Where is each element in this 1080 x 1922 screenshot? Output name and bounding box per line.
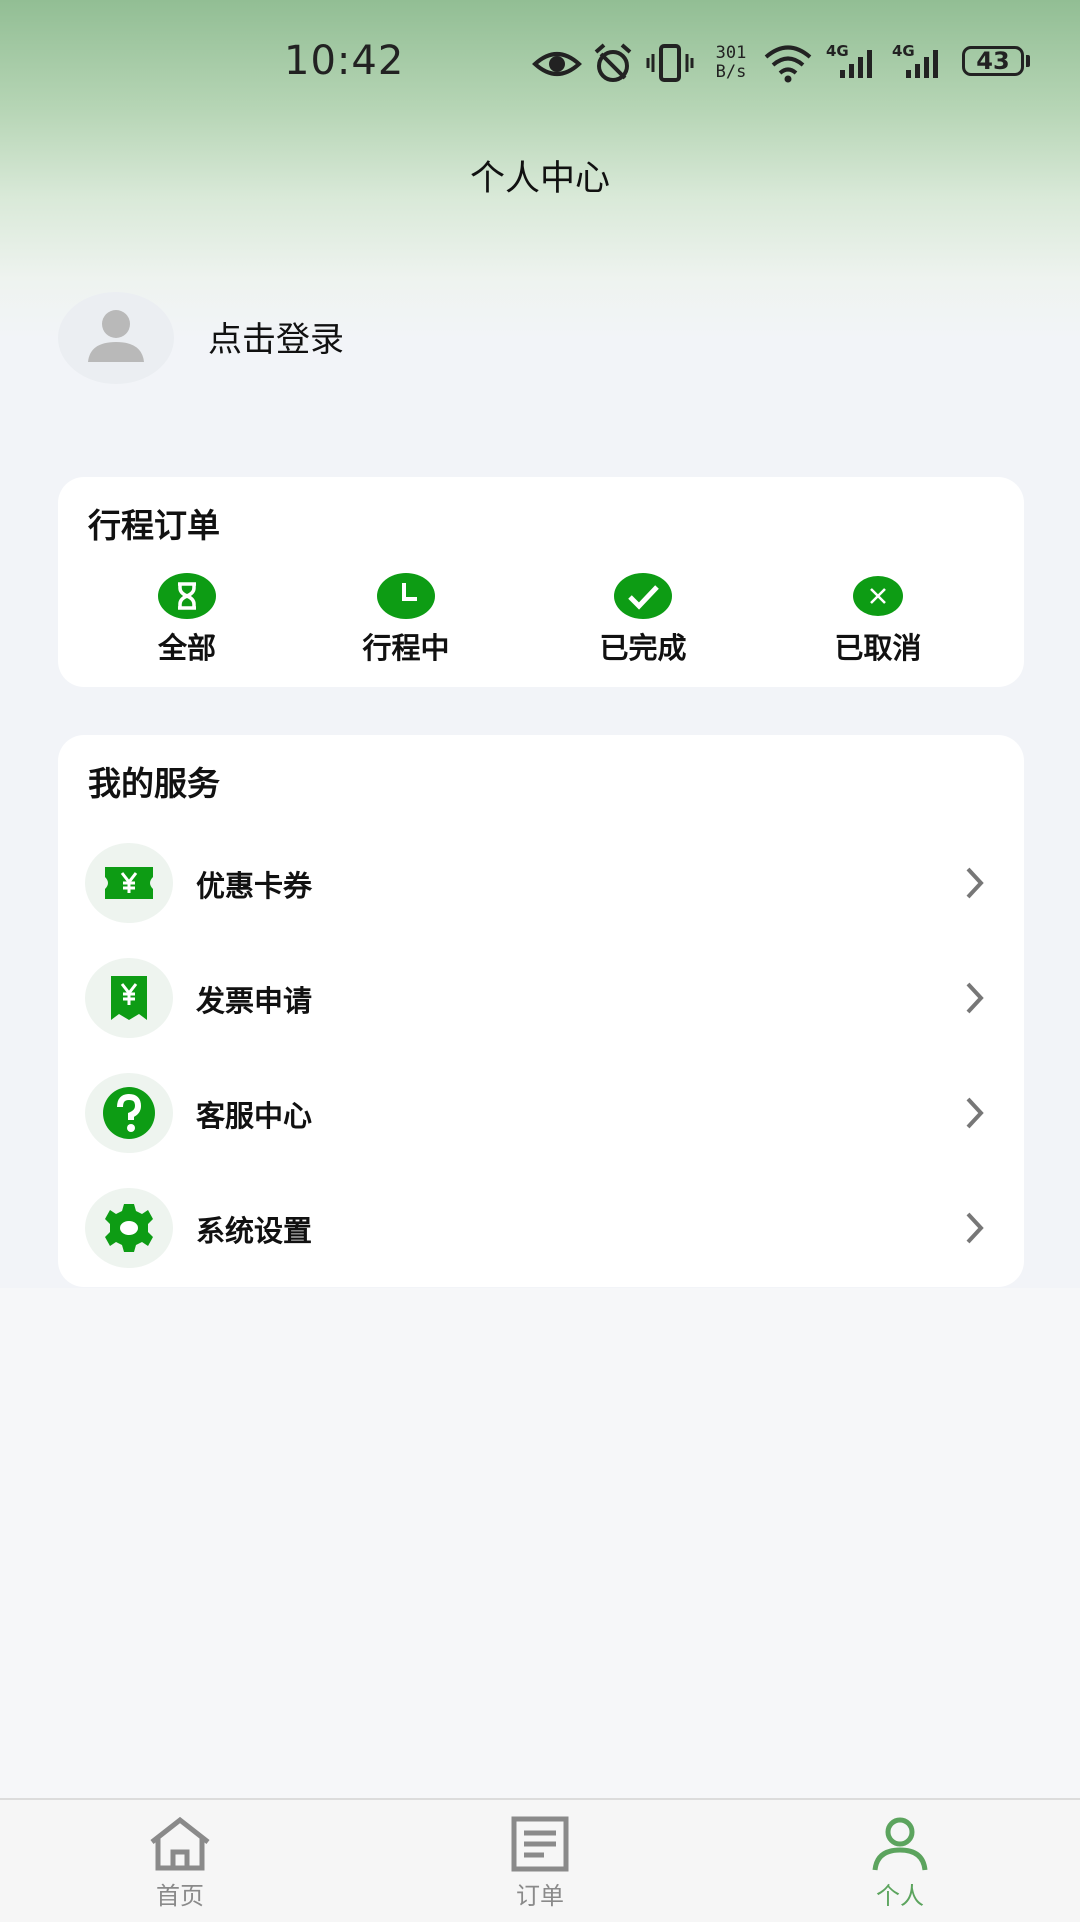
- invoice-icon: [85, 958, 173, 1038]
- battery-level: 43: [976, 47, 1010, 75]
- net-speed-unit: B/s: [715, 62, 747, 82]
- check-icon: [614, 573, 672, 619]
- chevron-right-icon: [966, 867, 984, 899]
- coupon-icon: [85, 843, 173, 923]
- service-item-coupons[interactable]: 优惠卡券: [58, 835, 1024, 931]
- order-filter-completed[interactable]: 已完成: [563, 573, 723, 665]
- gear-icon: [85, 1188, 173, 1268]
- trip-orders-title: 行程订单: [88, 506, 220, 545]
- chevron-right-icon: [966, 1097, 984, 1129]
- vibrate-icon: [646, 44, 694, 82]
- clock-icon: [377, 573, 435, 619]
- help-icon: [85, 1073, 173, 1153]
- order-filter-cancelled[interactable]: 已取消: [798, 573, 958, 665]
- order-filter-label: 行程中: [362, 631, 450, 665]
- battery-icon: 43: [962, 46, 1024, 76]
- service-item-invoice[interactable]: 发票申请: [58, 950, 1024, 1046]
- signal-icon: 4G: [892, 42, 938, 78]
- order-filter-label: 全部: [157, 631, 216, 665]
- signal-icon: 4G: [826, 42, 872, 78]
- service-item-label: 发票申请: [196, 984, 313, 1018]
- order-filter-label: 已取消: [834, 631, 922, 665]
- user-placeholder-icon: [88, 310, 144, 362]
- net-speed-value: 301: [715, 43, 747, 63]
- service-item-label: 系统设置: [196, 1214, 313, 1248]
- tab-home[interactable]: 首页: [90, 1800, 270, 1920]
- network-type-1: 4G: [826, 42, 849, 60]
- tab-label: 订单: [516, 1882, 564, 1910]
- order-filter-in-progress[interactable]: 行程中: [326, 573, 486, 665]
- eye-icon: [532, 52, 582, 76]
- status-bar: 10:42 301 B/s 4G 4G 43: [0, 0, 1080, 120]
- status-time: 10:42: [284, 38, 405, 84]
- wifi-icon: [764, 45, 812, 83]
- chevron-right-icon: [966, 1212, 984, 1244]
- alarm-icon: [594, 43, 632, 82]
- network-type-2: 4G: [892, 42, 915, 60]
- document-icon: [511, 1816, 569, 1872]
- service-item-label: 优惠卡券: [196, 869, 313, 903]
- order-filter-all[interactable]: 全部: [107, 573, 267, 665]
- order-filter-label: 已完成: [599, 631, 687, 665]
- services-card: 我的服务 优惠卡券 发票申请 客服中心 系统设置: [58, 735, 1024, 1287]
- tab-label: 个人: [876, 1882, 924, 1910]
- battery-tip: [1026, 55, 1030, 67]
- net-speed: 301 B/s: [708, 44, 754, 82]
- bottom-nav: 首页 订单 个人: [0, 1798, 1080, 1922]
- service-item-settings[interactable]: 系统设置: [58, 1180, 1024, 1276]
- tab-label: 首页: [156, 1882, 204, 1910]
- status-icons: 301 B/s 4G 4G 43: [530, 40, 1040, 88]
- service-item-customer-service[interactable]: 客服中心: [58, 1065, 1024, 1161]
- login-link[interactable]: 点击登录: [208, 312, 344, 361]
- service-item-label: 客服中心: [196, 1099, 313, 1133]
- person-icon: [872, 1817, 928, 1871]
- page-title: 个人中心: [469, 159, 610, 199]
- trip-orders-card: 行程订单 全部 行程中 已完成 已取消: [58, 477, 1024, 687]
- hourglass-icon: [158, 573, 216, 619]
- chevron-right-icon: [966, 982, 984, 1014]
- avatar[interactable]: [58, 292, 174, 384]
- home-icon: [150, 1816, 210, 1871]
- tab-orders[interactable]: 订单: [450, 1800, 630, 1920]
- cancel-icon: [853, 576, 903, 616]
- tab-profile[interactable]: 个人: [810, 1800, 990, 1920]
- services-title: 我的服务: [88, 764, 220, 803]
